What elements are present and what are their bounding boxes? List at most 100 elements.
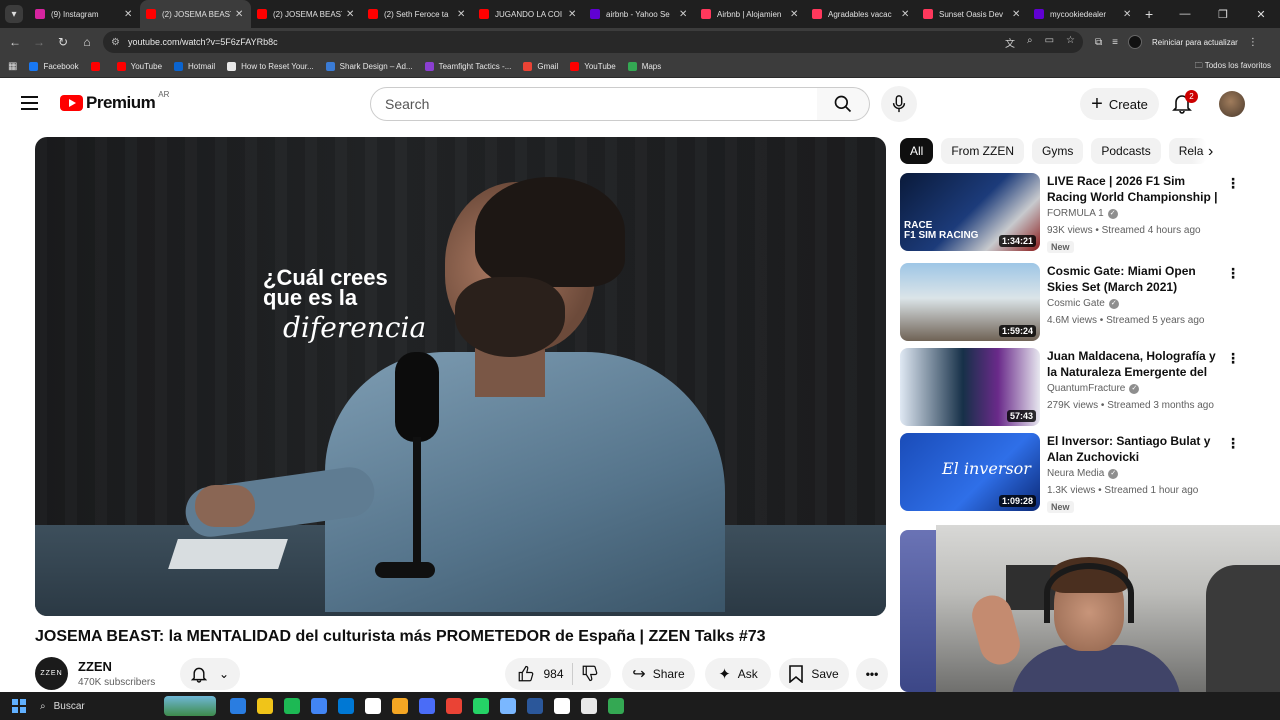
dislike-button[interactable] xyxy=(581,664,599,685)
tab-close-icon[interactable]: ✕ xyxy=(124,9,134,20)
tab-close-icon[interactable]: ✕ xyxy=(679,9,689,20)
browser-tab[interactable]: Sunset Oasis Dev ✕ xyxy=(917,0,1028,28)
taskbar-app-icon[interactable] xyxy=(311,698,327,714)
extensions-icon[interactable]: ⧉ xyxy=(1095,37,1102,48)
video-thumbnail[interactable]: 57:43 xyxy=(900,348,1040,426)
more-vertical-icon[interactable]: ⋮ xyxy=(1226,350,1240,367)
taskbar-app-icon[interactable] xyxy=(473,698,489,714)
recommended-video[interactable]: RACE F1 SIM RACING 1:34:21 LIVE Race | 202… xyxy=(900,173,1245,253)
close-window-icon[interactable]: ✕ xyxy=(1242,8,1280,21)
browser-profile-avatar[interactable] xyxy=(1127,35,1142,49)
save-button[interactable]: Save xyxy=(779,658,849,690)
share-button[interactable]: ↪ Share xyxy=(622,658,695,690)
voice-search-button[interactable] xyxy=(881,86,917,122)
browser-tab[interactable]: Agradables vacac ✕ xyxy=(806,0,917,28)
notifications-button[interactable]: 2 xyxy=(1172,90,1198,116)
chevron-right-icon[interactable]: › xyxy=(1208,143,1213,161)
taskbar-app-icon[interactable] xyxy=(500,698,516,714)
browser-tab[interactable]: Airbnb | Alojamien ✕ xyxy=(695,0,806,28)
taskbar-app-icon[interactable] xyxy=(608,698,624,714)
browser-tab[interactable]: (9) Instagram ✕ xyxy=(29,0,140,28)
bookmark-star-icon[interactable]: ☆ xyxy=(1066,35,1075,50)
tab-close-icon[interactable]: ✕ xyxy=(901,9,911,20)
bookmark-item[interactable]: Facebook xyxy=(29,62,79,71)
more-vertical-icon[interactable]: ⋮ xyxy=(1226,435,1240,452)
recommended-video[interactable]: El inversor 1:09:28 El Inversor: Santiago … xyxy=(900,433,1245,513)
taskbar-app-icon[interactable] xyxy=(257,698,273,714)
tab-close-icon[interactable]: ✕ xyxy=(1123,9,1133,20)
video-thumbnail[interactable]: El inversor 1:09:28 xyxy=(900,433,1040,511)
bookmark-item[interactable]: Gmail xyxy=(523,62,558,71)
taskbar-app-icon[interactable] xyxy=(284,698,300,714)
zoom-icon[interactable]: ⌕ xyxy=(1027,35,1033,50)
all-bookmarks-folder[interactable]: 🗀 Todos los favoritos xyxy=(1195,60,1271,74)
tab-search-chevron-icon[interactable]: ▾ xyxy=(5,5,23,23)
taskbar-app-icon[interactable] xyxy=(392,698,408,714)
tab-close-icon[interactable]: ✕ xyxy=(568,9,578,20)
windows-start-icon[interactable] xyxy=(12,699,26,713)
bookmark-item[interactable]: YouTube xyxy=(116,62,162,71)
more-actions-button[interactable]: ••• xyxy=(856,658,888,690)
translate-icon[interactable]: 文 xyxy=(1005,35,1015,50)
browser-tab[interactable]: (2) JOSEMA BEAST ✕ xyxy=(251,0,362,28)
minimize-icon[interactable]: — xyxy=(1166,8,1204,20)
video-thumbnail[interactable]: RACE F1 SIM RACING 1:34:21 xyxy=(900,173,1040,251)
tab-close-icon[interactable]: ✕ xyxy=(457,9,467,20)
recommended-video-channel[interactable]: QuantumFracture ✓ xyxy=(1047,383,1140,394)
taskbar-app-icon[interactable] xyxy=(581,698,597,714)
tab-close-icon[interactable]: ✕ xyxy=(346,9,356,20)
tab-close-icon[interactable]: ✕ xyxy=(235,9,245,20)
new-tab-icon[interactable]: + xyxy=(1145,6,1153,22)
video-thumbnail[interactable]: 1:59:24 xyxy=(900,263,1040,341)
browser-tab[interactable]: JUGANDO LA COI ✕ xyxy=(473,0,584,28)
channel-avatar[interactable]: ZZEN xyxy=(35,657,68,690)
search-input[interactable]: Search xyxy=(370,87,818,121)
taskbar-search[interactable]: ⌕ Buscar xyxy=(36,695,216,717)
video-player[interactable]: ¿Cuál crees que es la diferencia xyxy=(35,137,886,616)
menu-icon[interactable] xyxy=(21,96,38,114)
browser-tab[interactable]: (2) JOSEMA BEAST ✕ xyxy=(140,0,251,28)
taskbar-app-icon[interactable] xyxy=(554,698,570,714)
site-info-icon[interactable]: ⚙ xyxy=(111,37,120,48)
restore-icon[interactable]: ❐ xyxy=(1204,8,1242,21)
bookmark-item[interactable] xyxy=(90,62,105,71)
bookmark-item[interactable]: Teamfight Tactics -... xyxy=(424,62,511,71)
bookmark-item[interactable]: How to Reset Your... xyxy=(227,62,314,71)
cast-icon[interactable]: ▭ xyxy=(1045,35,1054,50)
forward-icon[interactable]: → xyxy=(27,35,51,49)
bookmark-item[interactable]: Maps xyxy=(627,62,661,71)
filter-chip[interactable]: From ZZEN xyxy=(941,138,1025,164)
recommended-video-channel[interactable]: Cosmic Gate ✓ xyxy=(1047,298,1119,309)
youtube-premium-logo[interactable]: Premium AR xyxy=(60,90,169,113)
back-icon[interactable]: ← xyxy=(3,35,27,49)
filter-chip[interactable]: All xyxy=(900,138,934,164)
filter-chip[interactable]: Podcasts xyxy=(1091,138,1161,164)
account-avatar[interactable] xyxy=(1219,91,1245,117)
search-button[interactable] xyxy=(817,87,870,121)
create-button[interactable]: + Create xyxy=(1080,88,1159,120)
recommended-video-title[interactable]: Juan Maldacena, Holografía y la Naturale… xyxy=(1047,348,1219,380)
browser-menu-icon[interactable]: ⋮ xyxy=(1248,37,1258,48)
apps-grid-icon[interactable]: ▦ xyxy=(8,61,17,72)
recommended-video[interactable]: 57:43 Juan Maldacena, Holografía y la Nat… xyxy=(900,348,1245,428)
partial-thumbnail[interactable] xyxy=(900,530,940,692)
browser-tab[interactable]: airbnb - Yahoo Se ✕ xyxy=(584,0,695,28)
tab-close-icon[interactable]: ✕ xyxy=(790,9,800,20)
media-controls-icon[interactable]: ≡ xyxy=(1112,37,1118,48)
taskbar-app-icon[interactable] xyxy=(419,698,435,714)
recommended-video-title[interactable]: Cosmic Gate: Miami Open Skies Set (March… xyxy=(1047,263,1219,295)
tab-close-icon[interactable]: ✕ xyxy=(1012,9,1022,20)
recommended-video-channel[interactable]: FORMULA 1 ✓ xyxy=(1047,208,1118,219)
reload-icon[interactable]: ↻ xyxy=(51,35,75,49)
taskbar-app-icon[interactable] xyxy=(365,698,381,714)
recommended-video-title[interactable]: LIVE Race | 2026 F1 Sim Racing World Cha… xyxy=(1047,173,1219,205)
bookmark-item[interactable]: Shark Design – Ad... xyxy=(325,62,413,71)
bookmark-item[interactable]: Hotmail xyxy=(174,62,215,71)
like-button[interactable]: 984 xyxy=(517,665,564,683)
home-icon[interactable]: ⌂ xyxy=(75,35,99,49)
recommended-video-channel[interactable]: Neura Media ✓ xyxy=(1047,468,1119,479)
taskbar-app-icon[interactable] xyxy=(446,698,462,714)
more-vertical-icon[interactable]: ⋮ xyxy=(1226,265,1240,282)
taskbar-app-icon[interactable] xyxy=(230,698,246,714)
filter-chip[interactable]: Gyms xyxy=(1032,138,1084,164)
